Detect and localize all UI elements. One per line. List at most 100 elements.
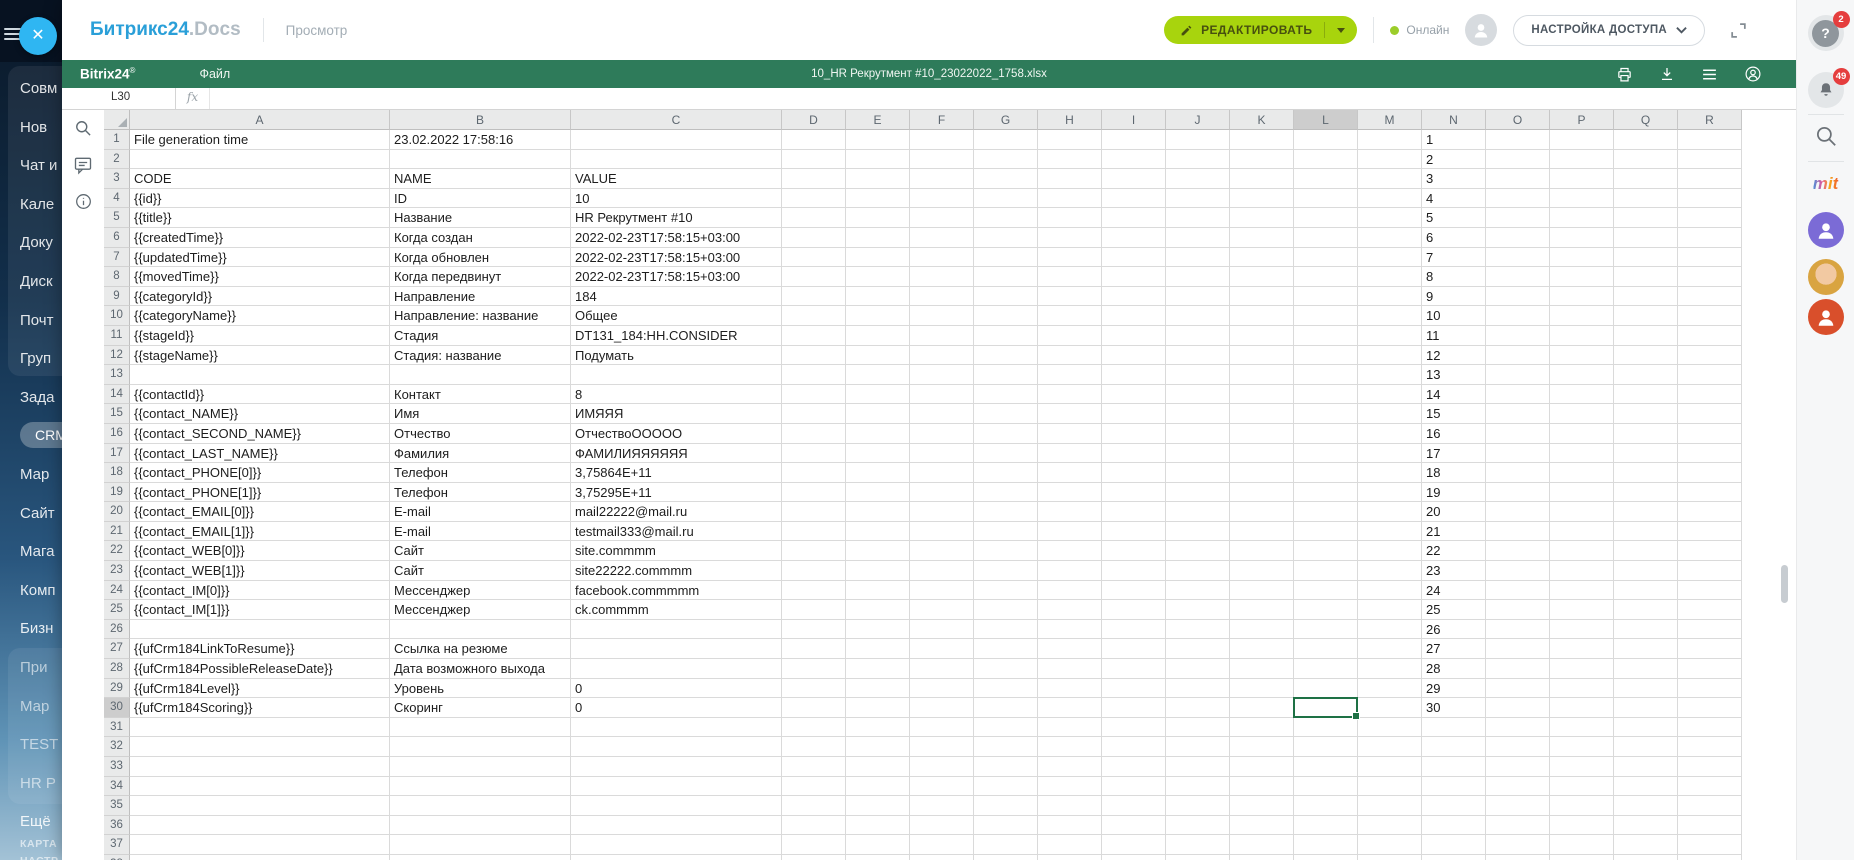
close-viewer-button[interactable]: ✕ bbox=[19, 17, 57, 55]
cell-P31[interactable] bbox=[1550, 718, 1614, 738]
cell-E2[interactable] bbox=[846, 150, 910, 170]
cell-P13[interactable] bbox=[1550, 365, 1614, 385]
cell-B33[interactable] bbox=[390, 757, 571, 777]
cell-I11[interactable] bbox=[1102, 326, 1166, 346]
cell-A6[interactable]: {{createdTime}} bbox=[130, 228, 390, 248]
fullscreen-button[interactable] bbox=[1729, 21, 1748, 40]
cell-C33[interactable] bbox=[571, 757, 782, 777]
cell-N6[interactable]: 6 bbox=[1422, 228, 1486, 248]
cell-G27[interactable] bbox=[974, 639, 1038, 659]
cell-H12[interactable] bbox=[1038, 346, 1102, 366]
cell-J27[interactable] bbox=[1166, 639, 1230, 659]
cell-C4[interactable]: 10 bbox=[571, 189, 782, 209]
cell-H6[interactable] bbox=[1038, 228, 1102, 248]
cell-O22[interactable] bbox=[1486, 541, 1550, 561]
cell-J35[interactable] bbox=[1166, 796, 1230, 816]
cell-N15[interactable]: 15 bbox=[1422, 404, 1486, 424]
cell-Q25[interactable] bbox=[1614, 600, 1678, 620]
cell-J1[interactable] bbox=[1166, 130, 1230, 150]
cell-E13[interactable] bbox=[846, 365, 910, 385]
cell-N12[interactable]: 12 bbox=[1422, 346, 1486, 366]
cell-N32[interactable] bbox=[1422, 737, 1486, 757]
cell-A29[interactable]: {{ufCrm184Level}} bbox=[130, 679, 390, 699]
cell-M9[interactable] bbox=[1358, 287, 1422, 307]
cell-C30[interactable]: 0 bbox=[571, 698, 782, 718]
cell-H10[interactable] bbox=[1038, 306, 1102, 326]
cell-M3[interactable] bbox=[1358, 169, 1422, 189]
cell-B3[interactable]: NAME bbox=[390, 169, 571, 189]
cell-K34[interactable] bbox=[1230, 777, 1294, 797]
cell-K35[interactable] bbox=[1230, 796, 1294, 816]
column-header-B[interactable]: B bbox=[390, 110, 571, 130]
cell-J2[interactable] bbox=[1166, 150, 1230, 170]
cell-Q24[interactable] bbox=[1614, 581, 1678, 601]
cell-M16[interactable] bbox=[1358, 424, 1422, 444]
cell-E29[interactable] bbox=[846, 679, 910, 699]
cell-M29[interactable] bbox=[1358, 679, 1422, 699]
cell-N8[interactable]: 8 bbox=[1422, 267, 1486, 287]
cell-B23[interactable]: Сайт bbox=[390, 561, 571, 581]
contact-avatar-red[interactable] bbox=[1808, 299, 1844, 335]
cell-O34[interactable] bbox=[1486, 777, 1550, 797]
cell-D12[interactable] bbox=[782, 346, 846, 366]
cell-I6[interactable] bbox=[1102, 228, 1166, 248]
cell-B6[interactable]: Когда создан bbox=[390, 228, 571, 248]
cell-C36[interactable] bbox=[571, 816, 782, 836]
cell-N35[interactable] bbox=[1422, 796, 1486, 816]
cell-M20[interactable] bbox=[1358, 502, 1422, 522]
cell-I8[interactable] bbox=[1102, 267, 1166, 287]
cell-Q18[interactable] bbox=[1614, 463, 1678, 483]
cell-K31[interactable] bbox=[1230, 718, 1294, 738]
cell-N2[interactable]: 2 bbox=[1422, 150, 1486, 170]
cell-H16[interactable] bbox=[1038, 424, 1102, 444]
cell-E3[interactable] bbox=[846, 169, 910, 189]
cell-L33[interactable] bbox=[1294, 757, 1358, 777]
cell-O12[interactable] bbox=[1486, 346, 1550, 366]
cell-A37[interactable] bbox=[130, 835, 390, 855]
cell-M28[interactable] bbox=[1358, 659, 1422, 679]
cell-F16[interactable] bbox=[910, 424, 974, 444]
cell-D38[interactable] bbox=[782, 855, 846, 860]
cell-O14[interactable] bbox=[1486, 385, 1550, 405]
cell-D18[interactable] bbox=[782, 463, 846, 483]
cell-M15[interactable] bbox=[1358, 404, 1422, 424]
cell-F23[interactable] bbox=[910, 561, 974, 581]
cell-K9[interactable] bbox=[1230, 287, 1294, 307]
sidebar-footer-item[interactable]: НАСТР bbox=[20, 855, 59, 860]
edit-button[interactable]: РЕДАКТИРОВАТЬ bbox=[1164, 16, 1357, 44]
cell-I2[interactable] bbox=[1102, 150, 1166, 170]
help-button[interactable]: ? 2 bbox=[1808, 15, 1844, 51]
cell-H32[interactable] bbox=[1038, 737, 1102, 757]
cell-F20[interactable] bbox=[910, 502, 974, 522]
cell-A4[interactable]: {{id}} bbox=[130, 189, 390, 209]
cell-C9[interactable]: 184 bbox=[571, 287, 782, 307]
row-header-6[interactable]: 6 bbox=[104, 228, 130, 248]
cell-B10[interactable]: Направление: название bbox=[390, 306, 571, 326]
cell-N30[interactable]: 30 bbox=[1422, 698, 1486, 718]
cell-G23[interactable] bbox=[974, 561, 1038, 581]
cell-M21[interactable] bbox=[1358, 522, 1422, 542]
cell-J36[interactable] bbox=[1166, 816, 1230, 836]
cell-Q29[interactable] bbox=[1614, 679, 1678, 699]
cell-K33[interactable] bbox=[1230, 757, 1294, 777]
cell-B13[interactable] bbox=[390, 365, 571, 385]
cell-H17[interactable] bbox=[1038, 444, 1102, 464]
cell-E32[interactable] bbox=[846, 737, 910, 757]
cell-D37[interactable] bbox=[782, 835, 846, 855]
cell-A16[interactable]: {{contact_SECOND_NAME}} bbox=[130, 424, 390, 444]
cell-D30[interactable] bbox=[782, 698, 846, 718]
cell-R14[interactable] bbox=[1678, 385, 1742, 405]
cell-R24[interactable] bbox=[1678, 581, 1742, 601]
cell-G38[interactable] bbox=[974, 855, 1038, 860]
cell-P28[interactable] bbox=[1550, 659, 1614, 679]
cell-N14[interactable]: 14 bbox=[1422, 385, 1486, 405]
row-header-17[interactable]: 17 bbox=[104, 444, 130, 464]
cell-B11[interactable]: Стадия bbox=[390, 326, 571, 346]
cell-N31[interactable] bbox=[1422, 718, 1486, 738]
cell-M31[interactable] bbox=[1358, 718, 1422, 738]
cell-E21[interactable] bbox=[846, 522, 910, 542]
formula-input[interactable] bbox=[210, 88, 1796, 109]
cell-Q6[interactable] bbox=[1614, 228, 1678, 248]
cell-O11[interactable] bbox=[1486, 326, 1550, 346]
cell-L2[interactable] bbox=[1294, 150, 1358, 170]
